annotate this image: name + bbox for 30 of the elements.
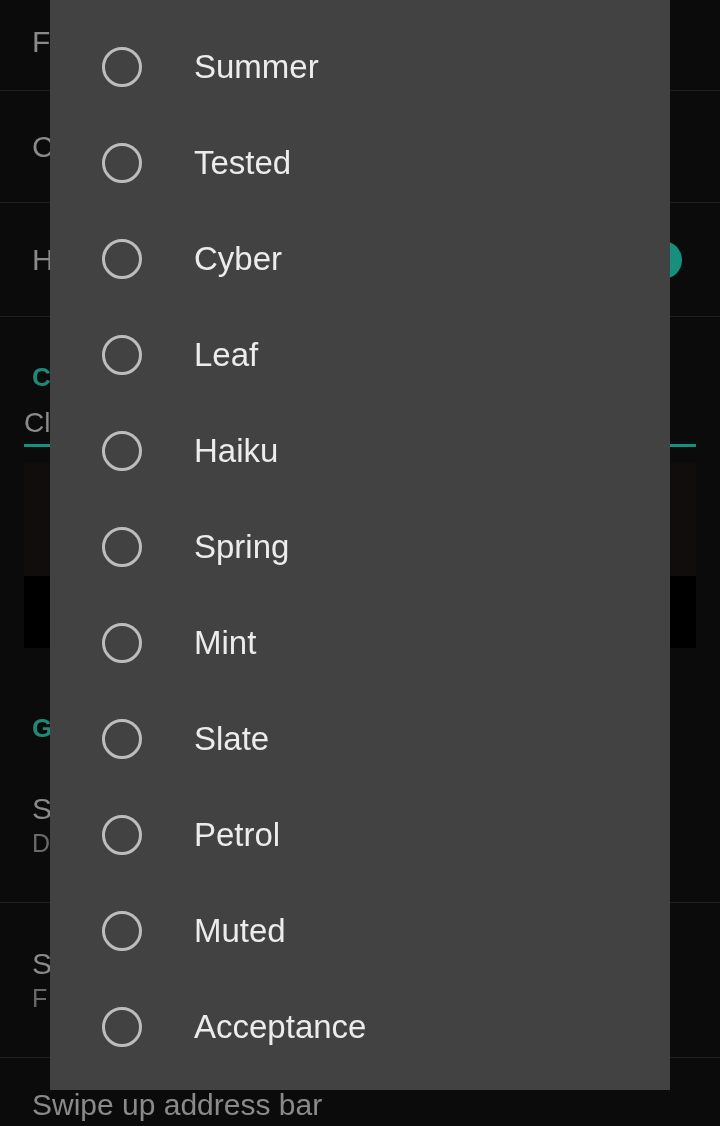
radio-button[interactable] [102, 431, 142, 471]
setting-title: S [32, 790, 52, 827]
radio-option[interactable]: Summer [50, 19, 670, 115]
radio-option[interactable]: Haiku [50, 403, 670, 499]
radio-button[interactable] [102, 815, 142, 855]
radio-option[interactable]: Cyber [50, 211, 670, 307]
radio-button[interactable] [102, 239, 142, 279]
radio-button[interactable] [102, 527, 142, 567]
radio-button[interactable] [102, 719, 142, 759]
radio-button[interactable] [102, 47, 142, 87]
radio-button[interactable] [102, 1007, 142, 1047]
setting-title: S [32, 945, 52, 982]
setting-summary: F [32, 982, 48, 1014]
radio-button[interactable] [102, 143, 142, 183]
setting-title: Swipe up address bar [32, 1087, 323, 1123]
section-header: C [32, 361, 51, 394]
radio-option[interactable]: Mint [50, 595, 670, 691]
setting-summary: D [32, 827, 51, 859]
section-header: G [32, 712, 53, 745]
radio-option[interactable]: Tested [50, 115, 670, 211]
setting-title: F [32, 24, 51, 60]
radio-button[interactable] [102, 623, 142, 663]
radio-button[interactable] [102, 335, 142, 375]
radio-option[interactable]: Acceptance [50, 979, 670, 1075]
radio-option[interactable]: Leaf [50, 307, 670, 403]
radio-option[interactable]: Slate [50, 691, 670, 787]
radio-button[interactable] [102, 911, 142, 951]
radio-option[interactable]: Muted [50, 883, 670, 979]
radio-option[interactable]: Spring [50, 499, 670, 595]
radio-option[interactable]: Petrol [50, 787, 670, 883]
